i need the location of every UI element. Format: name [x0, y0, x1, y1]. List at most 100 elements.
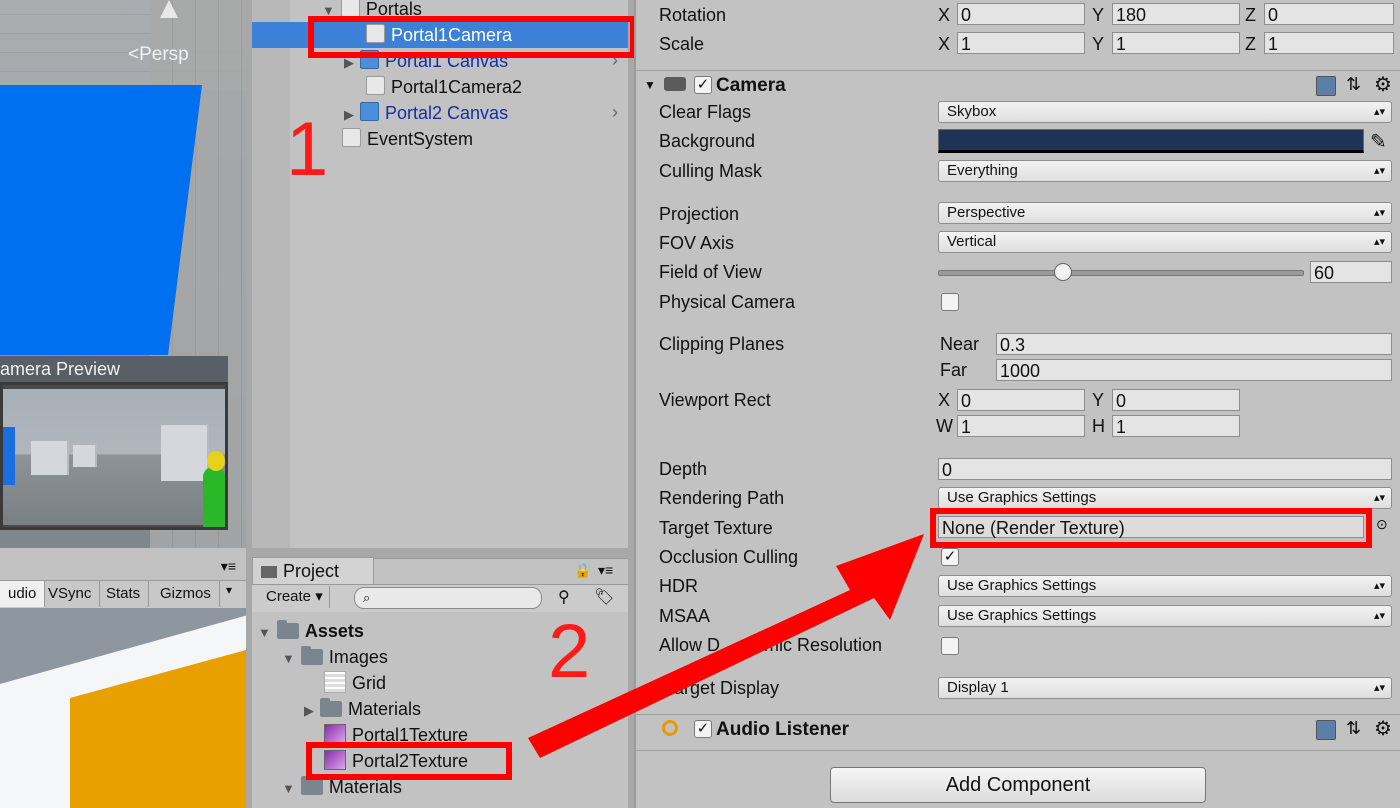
tab-project[interactable]: Project — [252, 557, 374, 585]
foldout-arrow-icon[interactable]: ▼ — [644, 78, 656, 92]
project-search-input[interactable]: ⌕ — [354, 587, 542, 609]
hierarchy-item-label: Portal2 Canvas — [385, 103, 509, 123]
scale-label: Scale — [659, 34, 705, 54]
rotation-x-field[interactable]: 0 — [957, 3, 1085, 25]
render-texture-icon — [324, 724, 346, 744]
depth-field[interactable]: 0 — [938, 458, 1392, 480]
dynamic-resolution-checkbox[interactable] — [941, 637, 959, 655]
camera-title: Camera — [716, 75, 786, 96]
stats-toggle[interactable]: Stats — [98, 581, 150, 607]
msaa-dropdown[interactable]: Use Graphics Settings ▴▾ — [938, 605, 1392, 627]
viewport-y-field[interactable]: 0 — [1112, 389, 1240, 411]
viewport-x-field[interactable]: 0 — [957, 389, 1085, 411]
expand-arrow-icon[interactable]: ▶ — [304, 703, 314, 718]
fov-slider-thumb[interactable] — [1053, 263, 1072, 281]
scene-view[interactable]: <Persp amera Preview — [0, 0, 246, 548]
viewport-w-field[interactable]: 1 — [957, 415, 1085, 437]
folder-icon — [300, 776, 323, 795]
gizmos-toggle[interactable]: Gizmos — [152, 581, 220, 607]
preview-box — [161, 425, 209, 481]
rotation-z-field[interactable]: 0 — [1264, 3, 1394, 25]
hierarchy-item-eventsystem[interactable]: EventSystem — [342, 126, 473, 152]
camera-preview-title: amera Preview — [0, 356, 228, 382]
clear-flags-dropdown[interactable]: Skybox ▴▾ — [938, 101, 1392, 123]
camera-enabled-checkbox[interactable]: ✓ — [694, 76, 712, 94]
create-button[interactable]: Create ▾ — [260, 586, 330, 608]
vsync-toggle[interactable]: VSync — [40, 581, 101, 607]
project-item-label: Images — [328, 647, 388, 667]
axis-label: X — [938, 5, 951, 25]
camera-icon — [664, 77, 686, 91]
preview-player — [203, 467, 225, 527]
dropdown-value: Use Graphics Settings — [947, 607, 1097, 624]
fov-axis-dropdown[interactable]: Vertical ▴▾ — [938, 231, 1392, 253]
project-item-grid[interactable]: Grid — [324, 670, 386, 696]
annotation-arrow — [528, 534, 924, 758]
target-display-dropdown[interactable]: Display 1 ▴▾ — [938, 677, 1392, 699]
project-item-materials-sub[interactable]: ▶ Materials — [304, 696, 421, 722]
help-icon[interactable] — [1316, 76, 1336, 96]
expand-arrow-icon[interactable]: ▼ — [258, 625, 271, 640]
add-component-button[interactable]: Add Component — [830, 767, 1206, 803]
folder-icon — [276, 620, 299, 639]
annotation-arrow-shape — [528, 534, 924, 758]
preset-icon[interactable]: ⇅ — [1346, 718, 1361, 739]
eyedropper-icon[interactable]: ✎ — [1370, 129, 1387, 154]
camera-preview — [0, 382, 228, 530]
gizmos-dropdown-icon[interactable]: ▾ — [226, 583, 232, 597]
gameobject-icon — [342, 128, 361, 147]
gear-icon[interactable]: ⚙ — [1374, 716, 1392, 741]
scale-y-field[interactable]: 1 — [1112, 32, 1240, 54]
expand-arrow-icon[interactable]: ▼ — [282, 651, 295, 666]
axis-label: W — [936, 416, 953, 436]
scale-z-field[interactable]: 1 — [1264, 32, 1394, 54]
hierarchy-item-portal2-canvas[interactable]: ▶ Portal2 Canvas — [344, 100, 508, 126]
axis-label: H — [1092, 416, 1105, 436]
rotation-y-field[interactable]: 180 — [1112, 3, 1240, 25]
hierarchy-item-portal1camera2[interactable]: Portal1Camera2 — [366, 74, 522, 100]
gameobject-icon — [366, 76, 385, 95]
object-picker-icon[interactable]: ⊙ — [1376, 516, 1388, 533]
menu-icon[interactable]: ▾≡ — [221, 558, 236, 575]
physical-camera-label: Physical Camera — [659, 292, 796, 312]
near-field[interactable]: 0.3 — [996, 333, 1392, 355]
background-color-swatch[interactable] — [938, 129, 1364, 153]
help-icon[interactable] — [1316, 720, 1336, 740]
chevron-right-icon[interactable]: › — [612, 102, 618, 123]
prefab-icon — [360, 102, 379, 121]
project-item-assets[interactable]: ▼ Assets — [258, 618, 364, 644]
dropdown-value: Skybox — [947, 103, 997, 120]
dropdown-value: Display 1 — [947, 679, 1009, 696]
camera-preview-image — [3, 389, 225, 527]
depth-label: Depth — [659, 459, 708, 479]
scale-x-field[interactable]: 1 — [957, 32, 1085, 54]
projection-dropdown[interactable]: Perspective ▴▾ — [938, 202, 1392, 224]
expand-arrow-icon[interactable]: ▼ — [282, 781, 295, 796]
fov-axis-label: FOV Axis — [659, 233, 735, 253]
dropdown-arrows-icon: ▴▾ — [1373, 492, 1385, 504]
annotation-number-1: 1 — [286, 107, 329, 192]
viewport-h-field[interactable]: 1 — [1112, 415, 1240, 437]
occlusion-culling-checkbox[interactable]: ✓ — [941, 548, 959, 566]
far-field[interactable]: 1000 — [996, 359, 1392, 381]
rendering-path-dropdown[interactable]: Use Graphics Settings ▴▾ — [938, 487, 1392, 509]
persp-label[interactable]: <Persp — [128, 44, 189, 66]
dropdown-arrows-icon: ▴▾ — [1373, 580, 1385, 592]
gear-icon[interactable]: ⚙ — [1374, 72, 1392, 97]
fov-value-field[interactable]: 60 — [1310, 261, 1392, 283]
expand-arrow-icon[interactable]: ▶ — [344, 107, 354, 122]
preset-icon[interactable]: ⇅ — [1346, 74, 1361, 95]
project-item-images[interactable]: ▼ Images — [282, 644, 388, 670]
axis-label: X — [938, 34, 951, 54]
game-view[interactable] — [0, 608, 246, 808]
physical-camera-checkbox[interactable] — [941, 293, 959, 311]
gameobject-icon — [340, 0, 360, 17]
culling-mask-dropdown[interactable]: Everything ▴▾ — [938, 160, 1392, 182]
fov-slider-track[interactable] — [938, 270, 1304, 276]
project-item-label: Materials — [328, 777, 402, 797]
axis-label: Y — [1092, 5, 1105, 25]
game-tab-strip: ▾≡ — [0, 556, 246, 580]
audio-toggle[interactable]: udio — [0, 581, 46, 607]
hdr-dropdown[interactable]: Use Graphics Settings ▴▾ — [938, 575, 1392, 597]
axis-label: Z — [1245, 34, 1256, 54]
